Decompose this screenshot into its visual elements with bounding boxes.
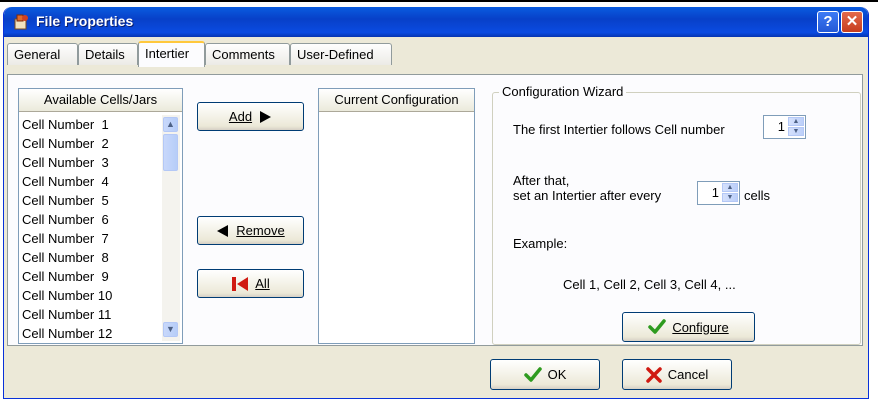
first-intertier-value[interactable]: 1 bbox=[778, 119, 785, 134]
current-configuration-list[interactable]: Current Configuration bbox=[318, 88, 475, 344]
list-item[interactable]: Cell Number 11 bbox=[22, 306, 111, 323]
remove-button[interactable]: Remove bbox=[197, 216, 304, 245]
spin-down-icon[interactable]: ▼ bbox=[722, 193, 738, 202]
available-list-scrollbar[interactable]: ▲ ▼ bbox=[162, 115, 180, 341]
tab-comments[interactable]: Comments bbox=[205, 43, 290, 65]
scroll-up-icon[interactable]: ▲ bbox=[163, 117, 178, 132]
cells-unit-label: cells bbox=[744, 188, 771, 203]
scroll-down-icon[interactable]: ▼ bbox=[163, 322, 178, 337]
spin-down-icon[interactable]: ▼ bbox=[788, 127, 804, 136]
arrow-left-all-icon bbox=[232, 276, 249, 291]
window-title: File Properties bbox=[36, 13, 134, 29]
help-button[interactable]: ? bbox=[817, 11, 839, 33]
add-button-label: Add bbox=[228, 109, 253, 124]
all-button-label: All bbox=[255, 276, 270, 291]
available-cells-list[interactable]: Available Cells/Jars Cell Number 1 Cell … bbox=[18, 88, 183, 344]
list-item[interactable]: Cell Number 12 bbox=[22, 325, 112, 339]
list-item[interactable]: Cell Number 10 bbox=[22, 287, 112, 304]
list-item[interactable]: Cell Number 5 bbox=[22, 192, 109, 209]
close-button[interactable]: ✕ bbox=[841, 11, 863, 33]
list-item[interactable]: Cell Number 4 bbox=[22, 173, 109, 190]
spin-up-icon[interactable]: ▲ bbox=[788, 117, 804, 126]
spin-up-icon[interactable]: ▲ bbox=[722, 183, 738, 192]
file-properties-icon bbox=[14, 14, 28, 30]
top-border-line bbox=[0, 0, 878, 2]
cancel-button-label: Cancel bbox=[667, 367, 709, 382]
first-intertier-spinner[interactable]: 1 ▲ ▼ bbox=[763, 115, 806, 139]
checkmark-icon bbox=[648, 319, 667, 334]
checkmark-icon bbox=[523, 366, 542, 382]
list-item[interactable]: Cell Number 6 bbox=[22, 211, 109, 228]
ok-button[interactable]: OK bbox=[490, 359, 600, 390]
first-intertier-label: The first Intertier follows Cell number bbox=[513, 122, 725, 137]
scroll-thumb[interactable] bbox=[163, 134, 178, 171]
list-item[interactable]: Cell Number 7 bbox=[22, 230, 109, 247]
configuration-wizard-title: Configuration Wizard bbox=[499, 84, 627, 99]
configure-button[interactable]: Configure bbox=[622, 312, 755, 342]
list-item[interactable]: Cell Number 2 bbox=[22, 135, 109, 152]
cancel-button[interactable]: Cancel bbox=[622, 359, 732, 390]
tab-intertier[interactable]: Intertier bbox=[138, 41, 205, 67]
current-list-header[interactable]: Current Configuration bbox=[319, 89, 474, 112]
add-button[interactable]: Add bbox=[197, 102, 304, 131]
title-bar[interactable]: File Properties ? ✕ bbox=[4, 7, 868, 37]
available-list-header[interactable]: Available Cells/Jars bbox=[19, 89, 182, 112]
example-text: Cell 1, Cell 2, Cell 3, Cell 4, ... bbox=[563, 277, 736, 292]
spinner-arrows[interactable]: ▲ ▼ bbox=[788, 117, 804, 137]
after-that-label: After that, bbox=[513, 173, 570, 188]
list-item[interactable]: Cell Number 1 bbox=[22, 116, 109, 133]
intertier-interval-value[interactable]: 1 bbox=[712, 185, 719, 200]
remove-button-label: Remove bbox=[236, 223, 285, 238]
all-button[interactable]: All bbox=[197, 269, 304, 298]
list-item[interactable]: Cell Number 8 bbox=[22, 249, 109, 266]
arrow-right-icon bbox=[260, 110, 272, 123]
arrow-left-icon bbox=[217, 224, 229, 237]
ok-button-label: OK bbox=[547, 367, 567, 382]
list-item[interactable]: Cell Number 3 bbox=[22, 154, 109, 171]
tab-user-defined[interactable]: User-Defined bbox=[290, 43, 392, 65]
tab-general[interactable]: General bbox=[7, 43, 78, 65]
intertier-interval-spinner[interactable]: 1 ▲ ▼ bbox=[697, 181, 740, 205]
configure-button-label: Configure bbox=[672, 319, 729, 335]
set-intertier-label: set an Intertier after every bbox=[513, 188, 662, 203]
example-label: Example: bbox=[513, 236, 568, 251]
cancel-x-icon bbox=[646, 366, 662, 383]
tab-details[interactable]: Details bbox=[78, 43, 138, 65]
spinner-arrows[interactable]: ▲ ▼ bbox=[722, 183, 738, 203]
list-item[interactable]: Cell Number 9 bbox=[22, 268, 109, 285]
